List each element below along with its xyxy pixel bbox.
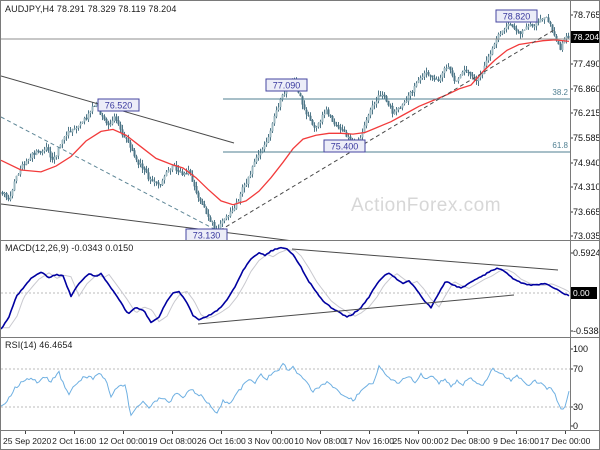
pivot-price-label: 76.520 [105, 101, 133, 111]
time-axis-label: 25 Nov 00:00 [392, 436, 444, 446]
price-axis-label: 75.585 [573, 133, 600, 143]
rsi-axis-label: 30 [573, 402, 583, 412]
fib-level-label: 61.8 [552, 141, 568, 150]
time-axis-tick [25, 431, 26, 434]
watermark: ActionForex.com [351, 195, 502, 216]
time-axis-tick [270, 431, 272, 434]
time-axis-label: 26 Oct 16:00 [197, 436, 246, 446]
price-axis-label: 74.940 [573, 158, 600, 168]
rsi-axis-label: 70 [573, 364, 583, 374]
price-axis-label: 73.035 [573, 231, 600, 240]
time-axis-tick [319, 431, 321, 434]
rsi-line [1, 362, 570, 417]
rsi-axis-label: 0 [573, 421, 578, 430]
time-axis-tick [466, 431, 468, 434]
macd-axis-label: 0.5924 [573, 248, 600, 258]
time-axis-label: 10 Nov 08:00 [294, 436, 345, 446]
price-axis-label: 78.765 [573, 10, 600, 20]
time-axis-tick [172, 431, 174, 434]
time-axis-tick [221, 431, 223, 434]
time-axis-label: 19 Oct 08:00 [147, 436, 197, 446]
time-axis-tick [368, 431, 370, 434]
pivot-price-label: 78.820 [503, 12, 531, 22]
time-axis-label: 12 Oct 00:00 [98, 436, 148, 446]
macd-axis-label: -0.5384 [573, 326, 600, 336]
current-price-value: 78.204 [573, 32, 599, 42]
rsi-title: RSI(14) 46.4654 [5, 340, 73, 350]
time-axis-tick [516, 431, 517, 434]
time-axis-tick [417, 431, 419, 434]
lower-descending-trendline[interactable] [1, 203, 301, 240]
main-price-pane[interactable]: 38.2 61.8 78.765 77.490 76.860 76.215 75.585 74… [1, 1, 600, 240]
rsi-pane[interactable]: 100 70 30 0 [1, 337, 600, 430]
price-axis-label: 77.490 [573, 59, 600, 69]
macd-value-text: 0.00 [573, 288, 590, 298]
time-axis-label: 17 Nov 16:00 [343, 436, 394, 446]
time-axis[interactable]: 25 Sep 2020 2 Oct 16:00 12 Oct 00:00 19 Oct… [1, 430, 599, 449]
macd-lower-trendline[interactable] [197, 294, 515, 325]
time-axis-tick [565, 431, 567, 434]
time-axis-label: 3 Nov 00:00 [247, 436, 294, 446]
time-axis-tick [74, 431, 76, 434]
time-axis-label: 2 Oct 16:00 [52, 436, 97, 446]
price-axis-label: 76.215 [573, 108, 600, 118]
price-axis-label: 73.665 [573, 207, 600, 217]
time-axis-label: 17 Dec 00:00 [539, 436, 591, 446]
macd-pane[interactable]: 0.5924 -0.5384 0.00 [1, 240, 600, 337]
pivot-price-label: 77.090 [273, 81, 301, 91]
time-axis-tick [123, 431, 125, 434]
price-axis-label: 74.310 [573, 182, 600, 192]
pivot-price-label: 73.130 [193, 231, 221, 241]
chart-window: AUDJPY,H4 78.291 78.329 78.119 78.204 Ac… [0, 0, 600, 450]
pivot-price-label: 75.400 [331, 142, 359, 152]
price-axis-label: 76.860 [573, 84, 600, 94]
time-axis-label: 25 Sep 2020 [3, 436, 52, 446]
macd-upper-trendline[interactable] [291, 248, 559, 271]
rsi-axis-label: 100 [573, 344, 588, 354]
red-moving-average-line[interactable] [1, 39, 570, 206]
time-axis-label: 2 Dec 08:00 [443, 436, 490, 446]
fib-level-label: 38.2 [552, 88, 568, 97]
macd-main-line [1, 246, 570, 330]
time-axis-label: 9 Dec 16:00 [493, 436, 539, 446]
macd-title: MACD(12,26,9) -0.0343 0.0150 [5, 243, 134, 253]
symbol-title: AUDJPY,H4 78.291 78.329 78.119 78.204 [5, 4, 177, 14]
